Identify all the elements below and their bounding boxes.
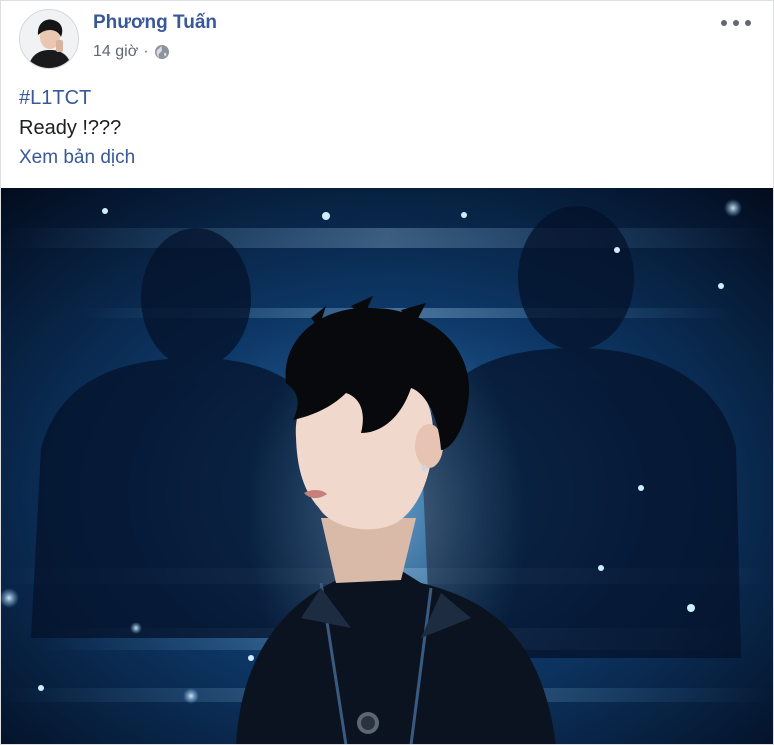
- hashtag-link[interactable]: #L1TCT: [19, 83, 121, 113]
- avatar-photo: [20, 10, 78, 68]
- post-text: Ready !???: [19, 117, 122, 139]
- author-name[interactable]: Phương Tuấn: [93, 12, 217, 34]
- more-options-icon[interactable]: [721, 13, 751, 33]
- globe-icon[interactable]: [154, 44, 170, 60]
- see-translation-link[interactable]: Xem bản dịch: [19, 147, 135, 169]
- post-photo[interactable]: [1, 188, 773, 745]
- post-timestamp[interactable]: 14 giờ: [93, 43, 138, 61]
- post-body: #L1TCT Ready !???: [19, 83, 121, 143]
- post-meta: 14 giờ ·: [93, 43, 170, 61]
- more-dot: [721, 20, 727, 26]
- more-dot: [745, 20, 751, 26]
- meta-separator: ·: [143, 43, 149, 60]
- author-avatar[interactable]: [19, 9, 79, 69]
- post-card: Phương Tuấn 14 giờ · #L1TCT Ready !??? X…: [0, 0, 774, 745]
- more-dot: [733, 20, 739, 26]
- post-header: Phương Tuấn 14 giờ ·: [19, 9, 759, 69]
